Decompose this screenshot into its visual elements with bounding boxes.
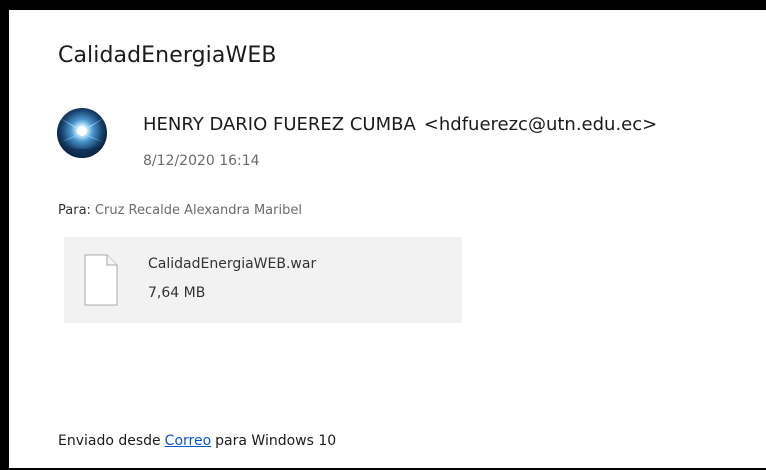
sender-email[interactable]: <hdfuerezc@utn.edu.ec> bbox=[424, 114, 657, 135]
to-label: Para: bbox=[58, 203, 91, 218]
email-subject: CalidadEnergiaWEB bbox=[58, 43, 277, 68]
signature-suffix: para Windows 10 bbox=[215, 433, 337, 449]
email-reading-pane: CalidadEnergiaWEB HENRY DARIO FUEREZ CUM… bbox=[0, 0, 766, 470]
email-datetime: 8/12/2020 16:14 bbox=[143, 153, 260, 169]
attachment-name: CalidadEnergiaWEB.war bbox=[148, 256, 317, 272]
avatar-image bbox=[57, 108, 107, 158]
recipients-line: Para: Cruz Recalde Alexandra Maribel bbox=[58, 203, 302, 218]
signature-prefix: Enviado desde bbox=[58, 433, 161, 449]
attachment-card[interactable]: CalidadEnergiaWEB.war 7,64 MB bbox=[64, 237, 462, 323]
recipient-name[interactable]: Cruz Recalde Alexandra Maribel bbox=[95, 203, 302, 218]
sender-line[interactable]: HENRY DARIO FUEREZ CUMBA <hdfuerezc@utn.e… bbox=[143, 114, 657, 135]
email-signature: Enviado desde Correo para Windows 10 bbox=[58, 433, 336, 449]
sender-avatar bbox=[57, 108, 107, 158]
mail-app-link[interactable]: Correo bbox=[165, 433, 211, 449]
file-icon bbox=[84, 254, 118, 306]
sender-name[interactable]: HENRY DARIO FUEREZ CUMBA bbox=[143, 114, 416, 135]
attachment-size: 7,64 MB bbox=[148, 285, 206, 301]
